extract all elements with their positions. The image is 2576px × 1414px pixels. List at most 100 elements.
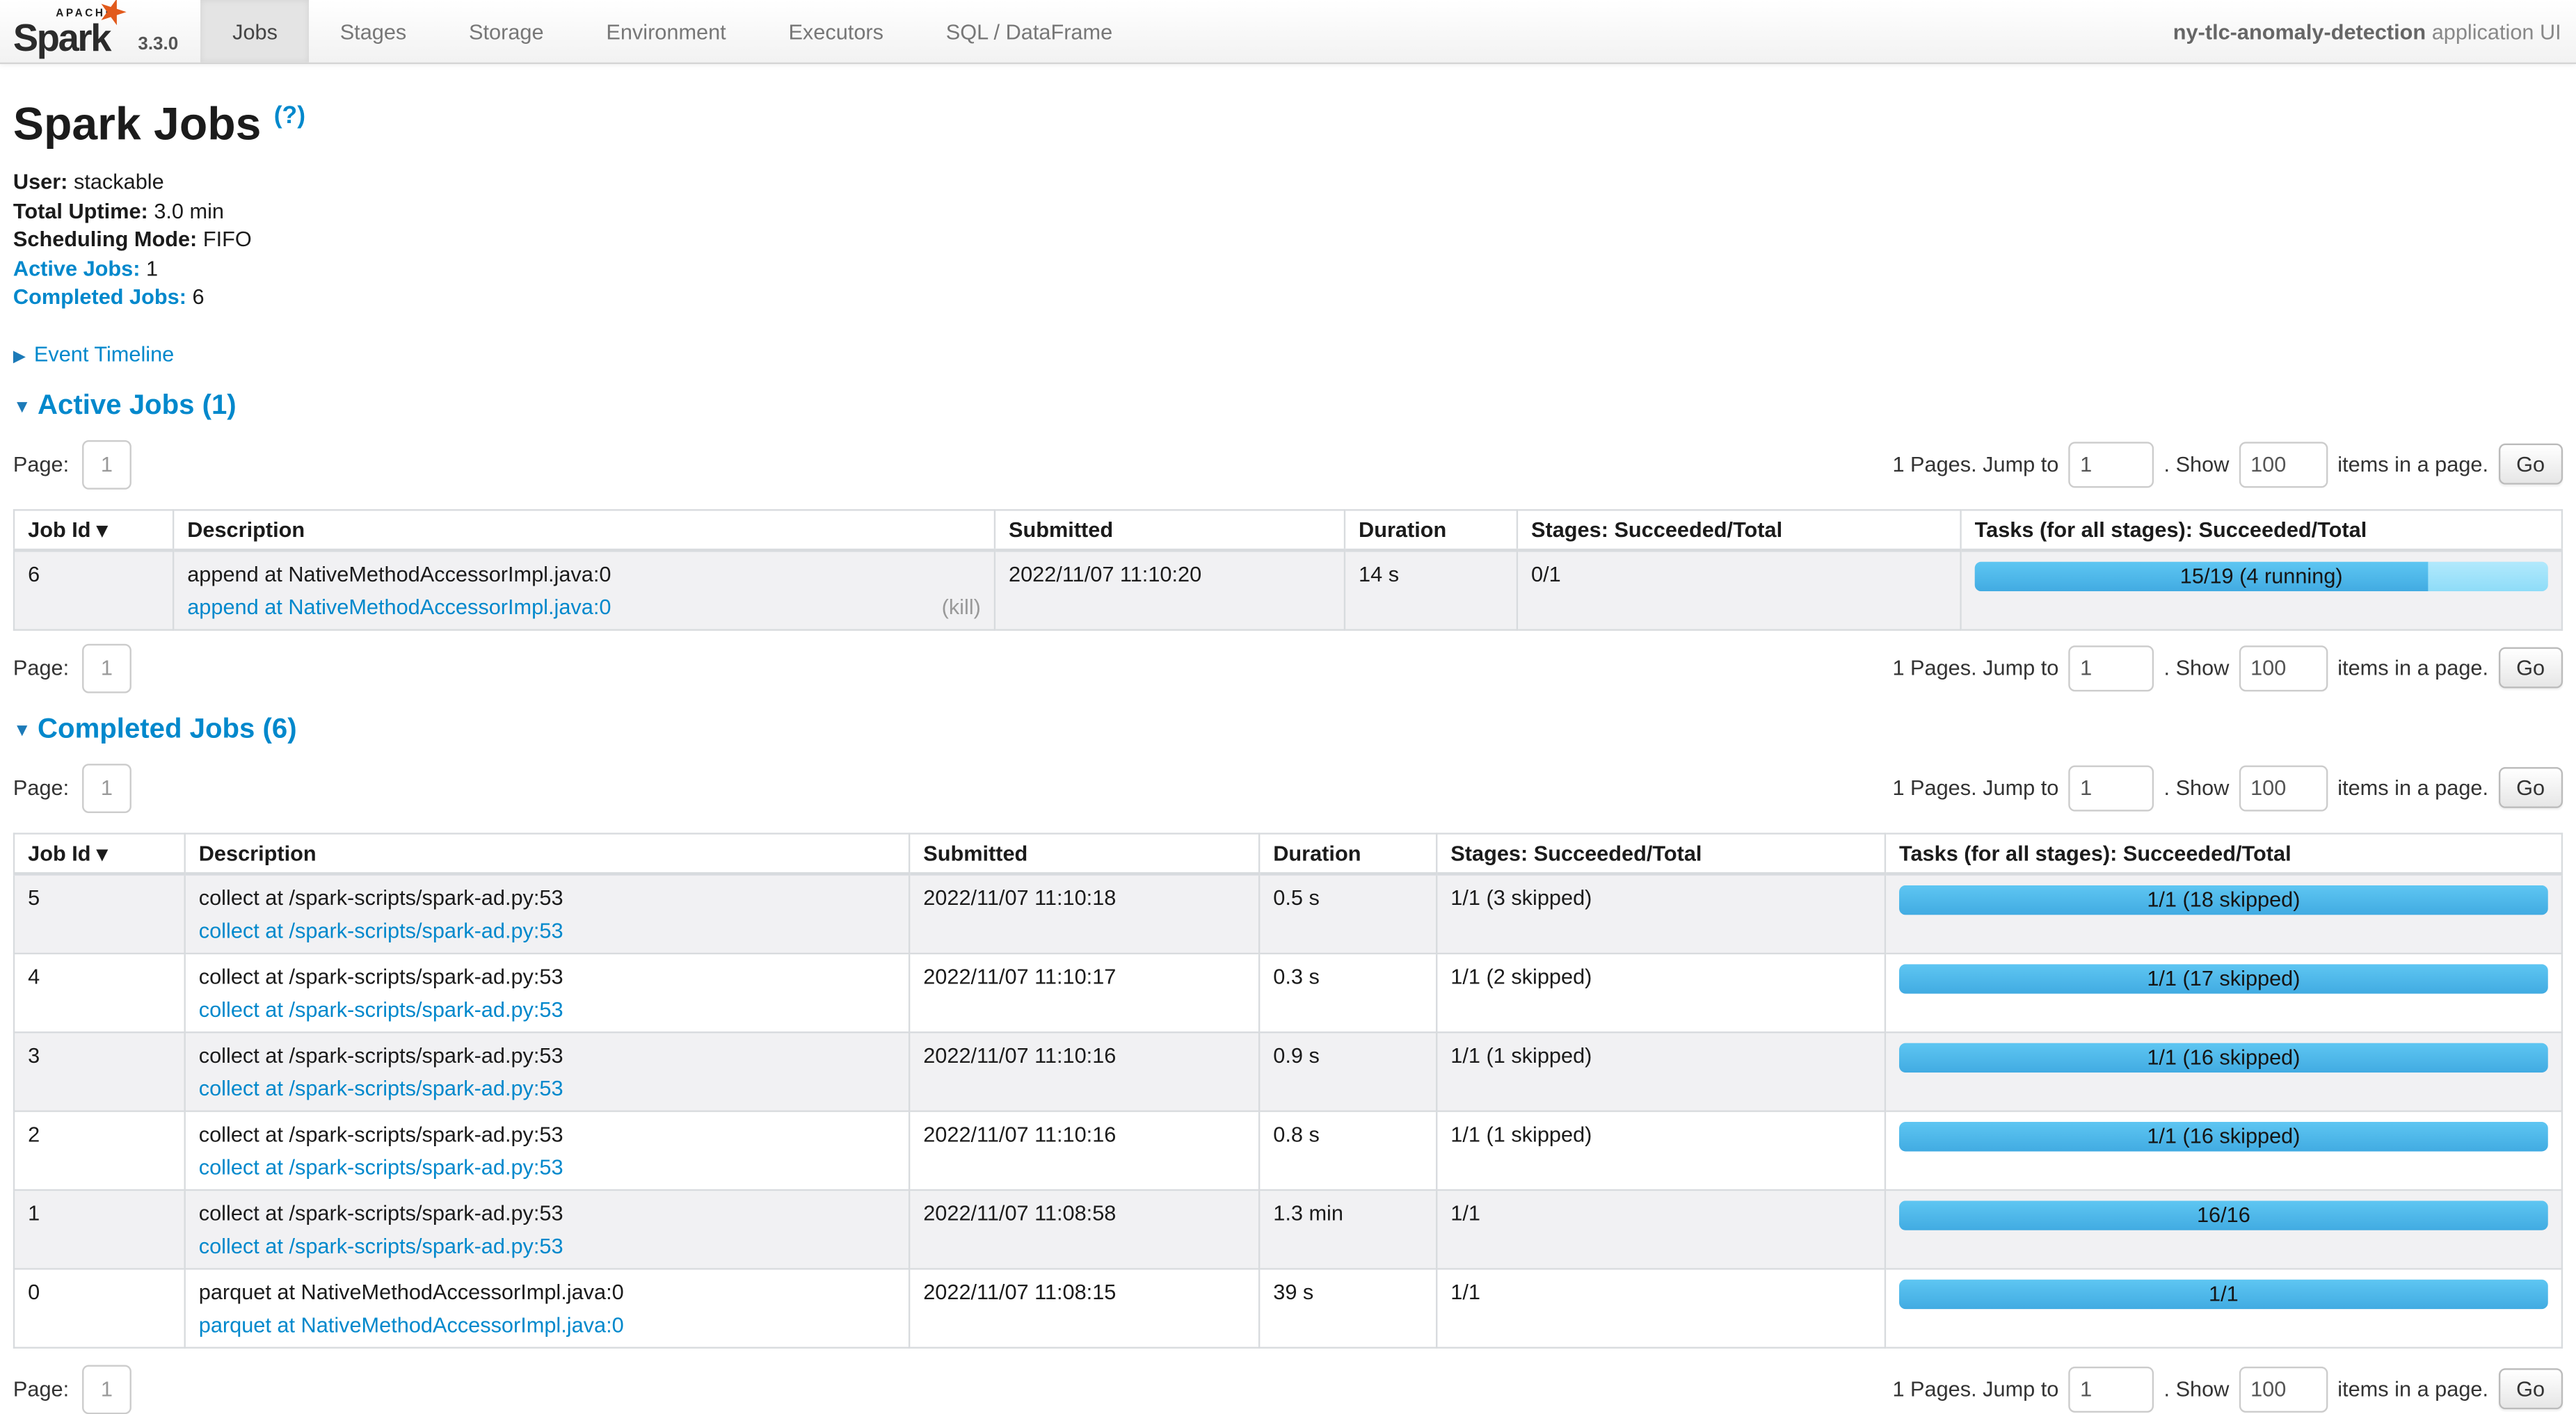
column-header[interactable]: Submitted [995, 510, 1345, 550]
tab-executors[interactable]: Executors [758, 0, 915, 63]
go-button[interactable]: Go [2498, 648, 2563, 689]
go-button[interactable]: Go [2498, 768, 2563, 809]
column-header[interactable]: Job Id ▾ [14, 833, 185, 874]
jump-to-page-input[interactable] [2069, 645, 2154, 691]
items-per-page-input[interactable] [2239, 442, 2328, 488]
job-id-cell: 1 [14, 1190, 185, 1269]
page-number-input[interactable] [82, 644, 131, 693]
event-timeline-toggle[interactable]: ▶Event Timeline [13, 342, 2563, 366]
summary-user: User: stackable [13, 168, 2563, 197]
summary-active-jobs-value: 1 [146, 256, 158, 280]
collapse-arrow-down-icon: ▼ [13, 721, 31, 741]
summary-active-jobs: Active Jobs: 1 [13, 255, 2563, 284]
job-submitted-cell: 2022/11/07 11:10:16 [909, 1032, 1259, 1111]
task-progress-bar: 1/1 (18 skipped) [1899, 885, 2548, 915]
job-description-cell: collect at /spark-scripts/spark-ad.py:53… [185, 954, 909, 1032]
completed-jobs-section-header[interactable]: ▼Completed Jobs (6) [13, 713, 2563, 748]
task-progress-bar: 1/1 (17 skipped) [1899, 964, 2548, 994]
page-number-input[interactable] [82, 764, 131, 813]
job-id-cell: 3 [14, 1032, 185, 1111]
items-text: items in a page. [2337, 1377, 2488, 1401]
job-summary: User: stackable Total Uptime: 3.0 min Sc… [13, 168, 2563, 312]
tab-storage[interactable]: Storage [438, 0, 575, 63]
job-description-cell: collect at /spark-scripts/spark-ad.py:53… [185, 1111, 909, 1190]
job-tasks-cell: 16/16 [1885, 1190, 2562, 1269]
pagination-row: Page: 1 Pages. Jump to . Show items in a… [13, 1365, 2563, 1414]
job-description-link[interactable]: collect at /spark-scripts/spark-ad.py:53 [199, 1233, 563, 1258]
page-label: Page: [13, 656, 69, 680]
job-stages-cell: 1/1 (1 skipped) [1437, 1032, 1885, 1111]
tab-jobs[interactable]: Jobs [201, 0, 309, 63]
spark-jobs-page: APACHE Spark ★ 3.3.0 Jobs Stages Storage… [0, 0, 2576, 1349]
progress-label: 1/1 (16 skipped) [1899, 1043, 2548, 1073]
items-text: items in a page. [2337, 656, 2488, 680]
active-jobs-link[interactable]: Active Jobs: [13, 256, 141, 280]
tab-environment[interactable]: Environment [575, 0, 757, 63]
column-header[interactable]: Job Id ▾ [14, 510, 173, 550]
job-row: 5collect at /spark-scripts/spark-ad.py:5… [14, 874, 2562, 954]
progress-label: 1/1 [1899, 1280, 2548, 1310]
progress-label: 16/16 [1899, 1200, 2548, 1230]
help-link[interactable]: (?) [274, 102, 305, 129]
items-per-page-input[interactable] [2239, 765, 2328, 811]
tab-sql-dataframe[interactable]: SQL / DataFrame [915, 0, 1144, 63]
job-description-link[interactable]: collect at /spark-scripts/spark-ad.py:53 [199, 1155, 563, 1179]
job-row: 6append at NativeMethodAccessorImpl.java… [14, 550, 2562, 630]
page-number-input[interactable] [82, 1365, 131, 1414]
items-per-page-input[interactable] [2239, 645, 2328, 691]
jump-to-page-input[interactable] [2069, 765, 2154, 811]
go-button[interactable]: Go [2498, 1369, 2563, 1410]
pages-jump-text: 1 Pages. Jump to [1892, 453, 2058, 477]
kill-link[interactable]: (kill) [942, 595, 981, 619]
nav-tabs: Jobs Stages Storage Environment Executor… [201, 0, 1144, 63]
page-label: Page: [13, 1377, 69, 1401]
job-description-link[interactable]: parquet at NativeMethodAccessorImpl.java… [199, 1312, 624, 1337]
page-label: Page: [13, 453, 69, 477]
job-duration-cell: 0.3 s [1259, 954, 1437, 1032]
job-tasks-cell: 1/1 (17 skipped) [1885, 954, 2562, 1032]
column-header[interactable]: Description [185, 833, 909, 874]
items-per-page-input[interactable] [2239, 1367, 2328, 1413]
column-header[interactable]: Description [173, 510, 995, 550]
page-number-input[interactable] [82, 440, 131, 490]
job-description-text: append at NativeMethodAccessorImpl.java:… [187, 562, 981, 586]
active-jobs-section-header[interactable]: ▼Active Jobs (1) [13, 389, 2563, 424]
job-id-cell: 0 [14, 1269, 185, 1347]
job-description-link[interactable]: collect at /spark-scripts/spark-ad.py:53 [199, 997, 563, 1021]
job-stages-cell: 1/1 (1 skipped) [1437, 1111, 1885, 1190]
job-row: 2collect at /spark-scripts/spark-ad.py:5… [14, 1111, 2562, 1190]
spark-version: 3.3.0 [138, 35, 178, 54]
column-header[interactable]: Tasks (for all stages): Succeeded/Total [1885, 833, 2562, 874]
job-submitted-cell: 2022/11/07 11:10:20 [995, 550, 1345, 630]
job-description-text: collect at /spark-scripts/spark-ad.py:53 [199, 1122, 895, 1146]
completed-jobs-link[interactable]: Completed Jobs: [13, 284, 186, 309]
progress-label: 15/19 (4 running) [1975, 562, 2548, 592]
tab-stages[interactable]: Stages [309, 0, 438, 63]
go-button[interactable]: Go [2498, 444, 2563, 485]
jump-to-page-input[interactable] [2069, 1367, 2154, 1413]
task-progress-bar: 1/1 (16 skipped) [1899, 1122, 2548, 1152]
collapse-arrow-down-icon: ▼ [13, 397, 31, 417]
job-stages-cell: 0/1 [1517, 550, 1961, 630]
pages-jump-text: 1 Pages. Jump to [1892, 656, 2058, 680]
summary-user-value: stackable [74, 169, 164, 193]
jump-to-page-input[interactable] [2069, 442, 2154, 488]
column-header[interactable]: Duration [1259, 833, 1437, 874]
summary-uptime-label: Total Uptime: [13, 198, 148, 223]
summary-uptime: Total Uptime: 3.0 min [13, 196, 2563, 225]
application-ui-suffix: application UI [2426, 19, 2561, 43]
job-duration-cell: 1.3 min [1259, 1190, 1437, 1269]
pages-jump-text: 1 Pages. Jump to [1892, 1377, 2058, 1401]
column-header[interactable]: Stages: Succeeded/Total [1517, 510, 1961, 550]
job-description-text: collect at /spark-scripts/spark-ad.py:53 [199, 964, 895, 988]
job-tasks-cell: 1/1 (18 skipped) [1885, 874, 2562, 954]
job-description-link[interactable]: collect at /spark-scripts/spark-ad.py:53 [199, 1076, 563, 1100]
column-header[interactable]: Stages: Succeeded/Total [1437, 833, 1885, 874]
column-header[interactable]: Tasks (for all stages): Succeeded/Total [1961, 510, 2562, 550]
column-header[interactable]: Duration [1345, 510, 1517, 550]
job-description-link[interactable]: append at NativeMethodAccessorImpl.java:… [187, 595, 611, 619]
column-header[interactable]: Submitted [909, 833, 1259, 874]
job-description-link[interactable]: collect at /spark-scripts/spark-ad.py:53 [199, 918, 563, 942]
job-stages-cell: 1/1 [1437, 1190, 1885, 1269]
main-content: Spark Jobs (?) User: stackable Total Upt… [0, 90, 2576, 1414]
